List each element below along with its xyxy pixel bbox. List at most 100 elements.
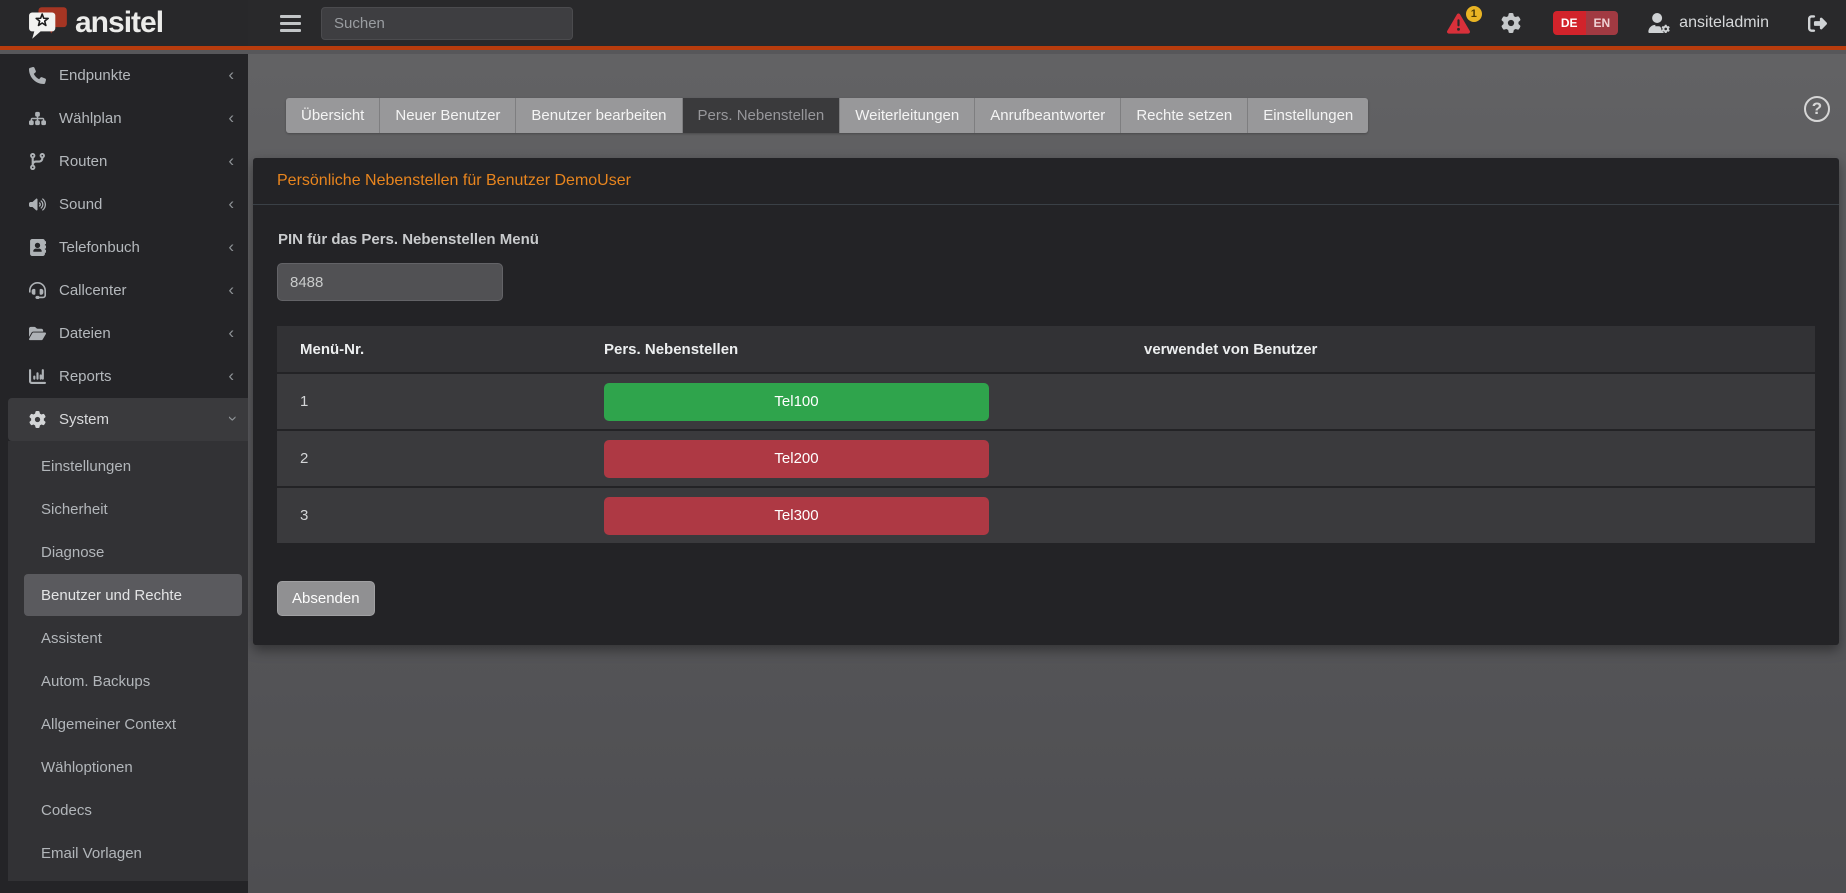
extension-button[interactable]: Tel300 [604, 497, 989, 535]
tab-rechte-setzen[interactable]: Rechte setzen [1121, 98, 1248, 133]
chevron-left-icon: ‹ [228, 152, 234, 169]
sidebar-item-endpunkte[interactable]: Endpunkte ‹ [0, 54, 248, 97]
logo-speech-bubbles-icon [28, 6, 70, 41]
tab-anrufbeantworter[interactable]: Anrufbeantworter [975, 98, 1121, 133]
sitemap-icon [29, 110, 46, 127]
sidebar-item-wahlplan[interactable]: Wählplan ‹ [0, 97, 248, 140]
extension-button[interactable]: Tel200 [604, 440, 989, 478]
column-header: Pers. Nebenstellen [604, 341, 1144, 358]
lang-en-button[interactable]: EN [1586, 11, 1619, 35]
sidebar-item-label: Reports [59, 368, 112, 385]
submenu-item-benutzer-und-rechte[interactable]: Benutzer und Rechte [24, 574, 242, 616]
pin-label: PIN für das Pers. Nebenstellen Menü [278, 231, 1815, 248]
folder-icon [29, 325, 46, 342]
sidebar-item-telefonbuch[interactable]: Telefonbuch ‹ [0, 226, 248, 269]
sidebar-item-label: Sound [59, 196, 102, 213]
sidebar-item-label: Wählplan [59, 110, 122, 127]
table-row: 3Tel300 [277, 488, 1815, 543]
menu-number-cell: 1 [277, 393, 604, 410]
chevron-left-icon: ‹ [228, 66, 234, 83]
settings-gear-button[interactable] [1501, 13, 1521, 33]
chevron-left-icon: ‹ [228, 367, 234, 384]
volume-icon [29, 196, 46, 213]
language-switch: DE EN [1553, 11, 1618, 35]
table-row: 2Tel200 [277, 431, 1815, 486]
sidebar-item-callcenter[interactable]: Callcenter ‹ [0, 269, 248, 312]
sidebar-item-label: Telefonbuch [59, 239, 140, 256]
gears-icon [29, 411, 46, 428]
sidebar-item-sound[interactable]: Sound ‹ [0, 183, 248, 226]
submit-button[interactable]: Absenden [277, 581, 375, 616]
sidebar-item-reports[interactable]: Reports ‹ [0, 355, 248, 398]
chevron-left-icon: ‹ [228, 195, 234, 212]
sidebar-item-routen[interactable]: Routen ‹ [0, 140, 248, 183]
submenu-item-autom-backups[interactable]: Autom. Backups [8, 660, 248, 702]
phone-icon [29, 67, 46, 84]
branch-icon [29, 153, 46, 170]
alerts-button[interactable]: 1 [1446, 12, 1471, 35]
topbar-actions: 1 DE EN ansiteladmin [1446, 11, 1846, 35]
sign-out-icon [1807, 14, 1828, 33]
extension-cell: Tel100 [604, 383, 1144, 421]
main-content: ÜbersichtNeuer BenutzerBenutzer bearbeit… [248, 54, 1846, 893]
submenu-item-einstellungen[interactable]: Einstellungen [8, 445, 248, 487]
top-bar: ansitel 1 DE EN ansiteladmin [0, 0, 1846, 50]
search-input[interactable] [321, 7, 573, 40]
extension-button[interactable]: Tel100 [604, 383, 989, 421]
gear-icon [1501, 13, 1521, 33]
menu-number-cell: 2 [277, 450, 604, 467]
user-menu[interactable]: ansiteladmin [1648, 13, 1769, 33]
submenu-item-diagnose[interactable]: Diagnose [8, 531, 248, 573]
submenu-item-codecs[interactable]: Codecs [8, 789, 248, 831]
alert-count-badge: 1 [1466, 6, 1482, 22]
sidebar-item-dateien[interactable]: Dateien ‹ [0, 312, 248, 355]
sidebar-item-label: Callcenter [59, 282, 127, 299]
pin-input[interactable] [277, 263, 503, 301]
address-book-icon [29, 239, 46, 256]
logout-button[interactable] [1807, 14, 1828, 33]
extension-cell: Tel200 [604, 440, 1144, 478]
sidebar-item-system[interactable]: System ‹ [8, 398, 248, 441]
column-header: Menü-Nr. [277, 341, 604, 358]
chevron-left-icon: ‹ [228, 324, 234, 341]
lang-de-button[interactable]: DE [1553, 11, 1586, 35]
sidebar-nav: Endpunkte‹Wählplan‹Routen‹Sound‹Telefonb… [0, 54, 248, 893]
chevron-down-icon: ‹ [223, 416, 240, 422]
tab-ubersicht[interactable]: Übersicht [286, 98, 380, 133]
app-logo[interactable]: ansitel [0, 0, 248, 46]
submenu-item-email-vorlagen[interactable]: Email Vorlagen [8, 832, 248, 874]
sidebar-item-label: System [59, 411, 109, 428]
sidebar-item-label: Endpunkte [59, 67, 131, 84]
menu-number-cell: 3 [277, 507, 604, 524]
chart-icon [29, 368, 46, 385]
content-panel: Persönliche Nebenstellen für Benutzer De… [253, 158, 1839, 645]
extension-cell: Tel300 [604, 497, 1144, 535]
submenu-item-assistent[interactable]: Assistent [8, 617, 248, 659]
username-label: ansiteladmin [1679, 14, 1769, 32]
help-button[interactable]: ? [1804, 96, 1830, 122]
tab-pers-nebenstellen[interactable]: Pers. Nebenstellen [683, 98, 841, 133]
extensions-table: Menü-Nr.Pers. Nebenstellenverwendet von … [277, 326, 1815, 543]
sidebar-item-label: Routen [59, 153, 107, 170]
panel-header: Persönliche Nebenstellen für Benutzer De… [253, 158, 1839, 205]
chevron-left-icon: ‹ [228, 238, 234, 255]
panel-title: Persönliche Nebenstellen für Benutzer De… [277, 172, 631, 190]
headset-icon [29, 282, 46, 299]
tab-benutzer-bearbeiten[interactable]: Benutzer bearbeiten [516, 98, 682, 133]
submenu-item-allgemeiner-context[interactable]: Allgemeiner Context [8, 703, 248, 745]
submenu-item-sicherheit[interactable]: Sicherheit [8, 488, 248, 530]
tab-neuer-benutzer[interactable]: Neuer Benutzer [380, 98, 516, 133]
chevron-left-icon: ‹ [228, 281, 234, 298]
sidebar-item-label: Dateien [59, 325, 111, 342]
submenu-item-wahloptionen[interactable]: Wähloptionen [8, 746, 248, 788]
panel-body: PIN für das Pers. Nebenstellen Menü Menü… [253, 205, 1839, 640]
menu-toggle-icon[interactable] [276, 11, 305, 36]
user-gear-icon [1648, 13, 1670, 33]
tab-einstellungen[interactable]: Einstellungen [1248, 98, 1368, 133]
tab-weiterleitungen[interactable]: Weiterleitungen [840, 98, 975, 133]
table-header-row: Menü-Nr.Pers. Nebenstellenverwendet von … [277, 326, 1815, 372]
logo-text: ansitel [75, 8, 163, 38]
table-row: 1Tel100 [277, 374, 1815, 429]
question-mark-icon: ? [1812, 99, 1822, 119]
chevron-left-icon: ‹ [228, 109, 234, 126]
